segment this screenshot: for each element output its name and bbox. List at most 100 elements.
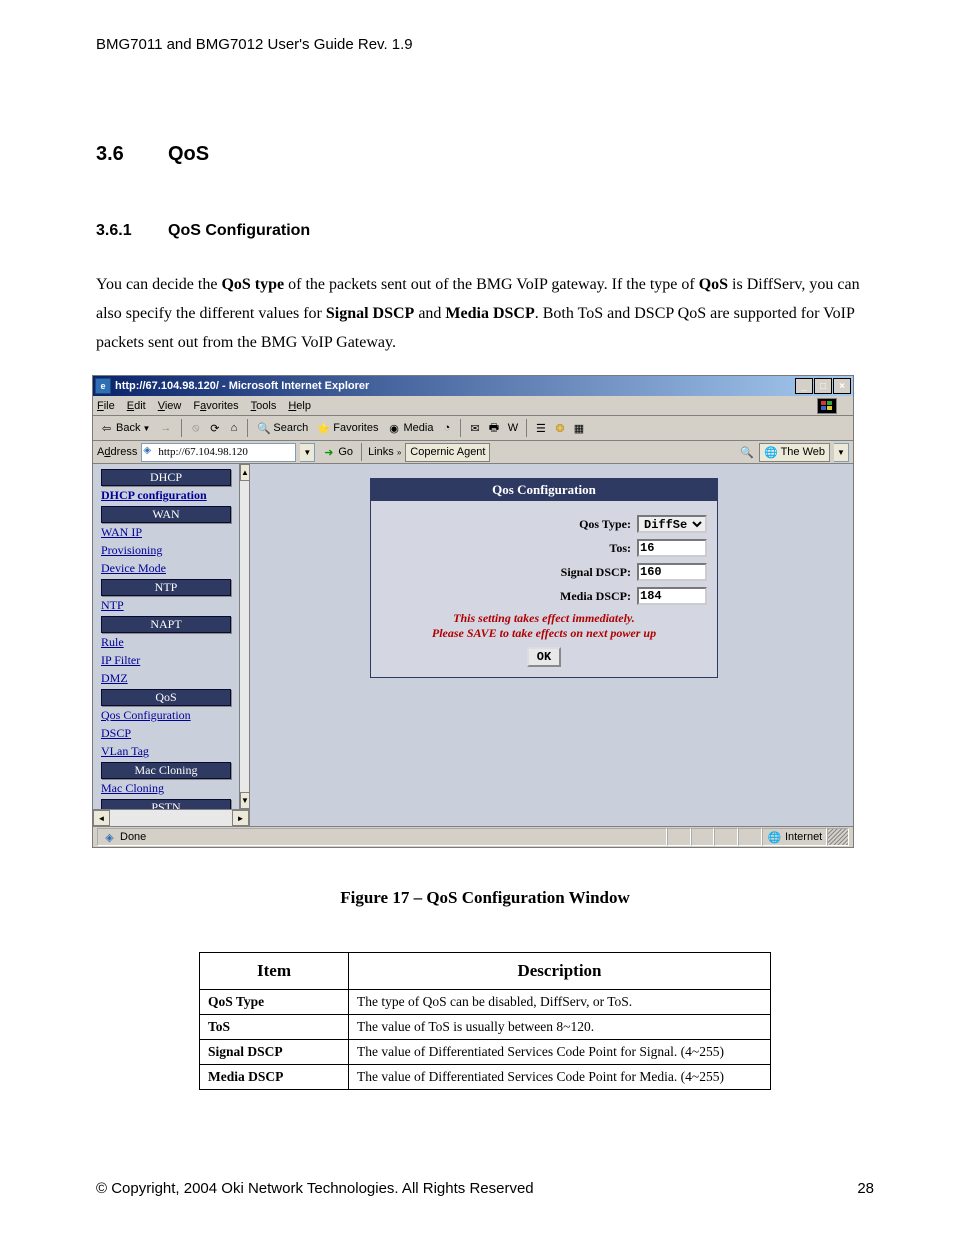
window-title: http://67.104.98.120/ - Microsoft Intern… [115, 380, 369, 392]
sidebar-nav: DHCP DHCP configuration WAN WAN IP Provi… [93, 464, 239, 809]
status-bar: ◈Done 🌐Internet [93, 826, 853, 847]
search-glass-icon[interactable]: 🔍 [740, 445, 755, 460]
sidebar-item-wanip[interactable]: WAN IP [101, 525, 231, 540]
media-dscp-label: Media DSCP: [381, 589, 631, 604]
section-heading: 3.6QoS [96, 143, 874, 166]
ok-button[interactable]: OK [527, 647, 561, 667]
panel-title: Qos Configuration [371, 479, 717, 501]
sidebar-vscroll[interactable]: ▲ ▼ [239, 464, 249, 809]
zone-icon: 🌐 [767, 830, 782, 845]
messenger-icon[interactable]: ❂ [552, 421, 567, 436]
copyright: © Copyright, 2004 Oki Network Technologi… [96, 1180, 534, 1197]
signal-dscp-input[interactable] [637, 563, 707, 581]
search-icon: 🔍 [256, 421, 271, 436]
sidebar-header-napt: NAPT [101, 616, 231, 633]
sidebar-item-rule[interactable]: Rule [101, 635, 231, 650]
discuss-icon[interactable]: ☰ [533, 421, 548, 436]
maximize-button[interactable]: □ [814, 378, 832, 394]
sidebar-item-maccloning[interactable]: Mac Cloning [101, 781, 231, 796]
page-number: 28 [857, 1180, 874, 1197]
media-dscp-input[interactable] [637, 587, 707, 605]
media-icon: ◉ [387, 421, 402, 436]
go-button[interactable]: ➜Go [319, 445, 355, 460]
star-icon: ⭐ [316, 421, 331, 436]
sidebar-item-qos-config[interactable]: Qos Configuration [101, 708, 231, 723]
history-icon[interactable]: ◔ [439, 421, 454, 436]
globe-icon: 🌐 [764, 445, 779, 460]
menu-view[interactable]: View [158, 400, 182, 412]
minimize-button[interactable]: _ [795, 378, 813, 394]
screenshot-window: e http://67.104.98.120/ - Microsoft Inte… [92, 375, 854, 848]
windows-flag-icon [817, 398, 837, 414]
menu-help[interactable]: Help [288, 400, 311, 412]
tos-input[interactable] [637, 539, 707, 557]
status-zone: Internet [785, 831, 822, 843]
scroll-right-icon[interactable]: ► [232, 810, 249, 826]
sidebar-item-dmz[interactable]: DMZ [101, 671, 231, 686]
sidebar-header-dhcp: DHCP [101, 469, 231, 486]
close-button[interactable]: × [833, 378, 851, 394]
home-icon[interactable]: ⌂ [226, 421, 241, 436]
menu-tools[interactable]: Tools [251, 400, 277, 412]
th-desc: Description [349, 953, 771, 990]
window-titlebar: e http://67.104.98.120/ - Microsoft Inte… [93, 376, 853, 396]
sidebar-item-dhcp-config[interactable]: DHCP configuration [101, 488, 231, 503]
copernic-button[interactable]: Copernic Agent [405, 443, 490, 462]
stop-icon[interactable]: ⦸ [188, 421, 203, 436]
theweb-dropdown[interactable]: ▼ [834, 443, 849, 462]
done-icon: ◈ [102, 830, 117, 845]
figure-caption: Figure 17 – QoS Configuration Window [96, 888, 874, 908]
favorites-button[interactable]: ⭐Favorites [314, 421, 380, 436]
sidebar-item-dscp[interactable]: DSCP [101, 726, 231, 741]
address-input[interactable] [141, 443, 296, 462]
sidebar-header-maccloning: Mac Cloning [101, 762, 231, 779]
warning-text: This setting takes effect immediately.Pl… [381, 611, 707, 641]
menu-file[interactable]: File [97, 400, 115, 412]
qos-type-select[interactable]: DiffServ [637, 515, 707, 533]
address-label: Address [97, 446, 137, 458]
media-button[interactable]: ◉Media [385, 421, 436, 436]
description-table: ItemDescription QoS TypeThe type of QoS … [199, 952, 771, 1090]
refresh-icon[interactable]: ⟳ [207, 421, 222, 436]
subsection-heading: 3.6.1QoS Configuration [96, 222, 874, 240]
sidebar-header-wan: WAN [101, 506, 231, 523]
table-row: ToSThe value of ToS is usually between 8… [200, 1015, 771, 1040]
search-button[interactable]: 🔍Search [254, 421, 310, 436]
menu-bar: File Edit View Favorites Tools Help [93, 396, 853, 416]
sidebar-header-qos: QoS [101, 689, 231, 706]
signal-dscp-label: Signal DSCP: [381, 565, 631, 580]
table-row: Media DSCPThe value of Differentiated Se… [200, 1065, 771, 1090]
sidebar-hscroll[interactable]: ◄ ► [93, 809, 249, 826]
links-label[interactable]: Links » [368, 446, 401, 458]
status-text: Done [120, 831, 146, 843]
extra-icon[interactable]: ▦ [571, 421, 586, 436]
sidebar-header-pstn: PSTN [101, 799, 231, 809]
page-icon: ◈ [143, 445, 151, 456]
back-button[interactable]: ⇦Back▼ [97, 421, 152, 436]
sidebar-item-ipfilter[interactable]: IP Filter [101, 653, 231, 668]
toolbar: ⇦Back▼ → ⦸ ⟳ ⌂ 🔍Search ⭐Favorites ◉Media… [93, 416, 853, 441]
sidebar-item-provisioning[interactable]: Provisioning [101, 543, 231, 558]
address-dropdown[interactable]: ▼ [300, 443, 315, 462]
mail-icon[interactable]: ✉ [467, 421, 482, 436]
menu-favorites[interactable]: Favorites [193, 400, 238, 412]
forward-icon: → [158, 421, 173, 436]
sidebar-item-ntp[interactable]: NTP [101, 598, 231, 613]
sidebar-item-device-mode[interactable]: Device Mode [101, 561, 231, 576]
th-item: Item [200, 953, 349, 990]
body-paragraph: You can decide the QoS type of the packe… [96, 270, 874, 357]
edit-icon[interactable]: W [505, 421, 520, 436]
qos-type-label: Qos Type: [381, 517, 631, 532]
print-icon[interactable]: 🖶 [486, 421, 501, 436]
sidebar-item-vlantag[interactable]: VLan Tag [101, 744, 231, 759]
sidebar-header-ntp: NTP [101, 579, 231, 596]
forward-button[interactable]: → [156, 421, 175, 436]
scroll-down-icon[interactable]: ▼ [240, 792, 249, 809]
scroll-up-icon[interactable]: ▲ [240, 464, 249, 481]
address-bar: Address ◈ ▼ ➜Go Links » Copernic Agent 🔍… [93, 441, 853, 464]
menu-edit[interactable]: Edit [127, 400, 146, 412]
scroll-left-icon[interactable]: ◄ [93, 810, 110, 826]
theweb-button[interactable]: 🌐The Web [759, 443, 830, 462]
ie-icon: e [95, 378, 111, 394]
back-icon: ⇦ [99, 421, 114, 436]
